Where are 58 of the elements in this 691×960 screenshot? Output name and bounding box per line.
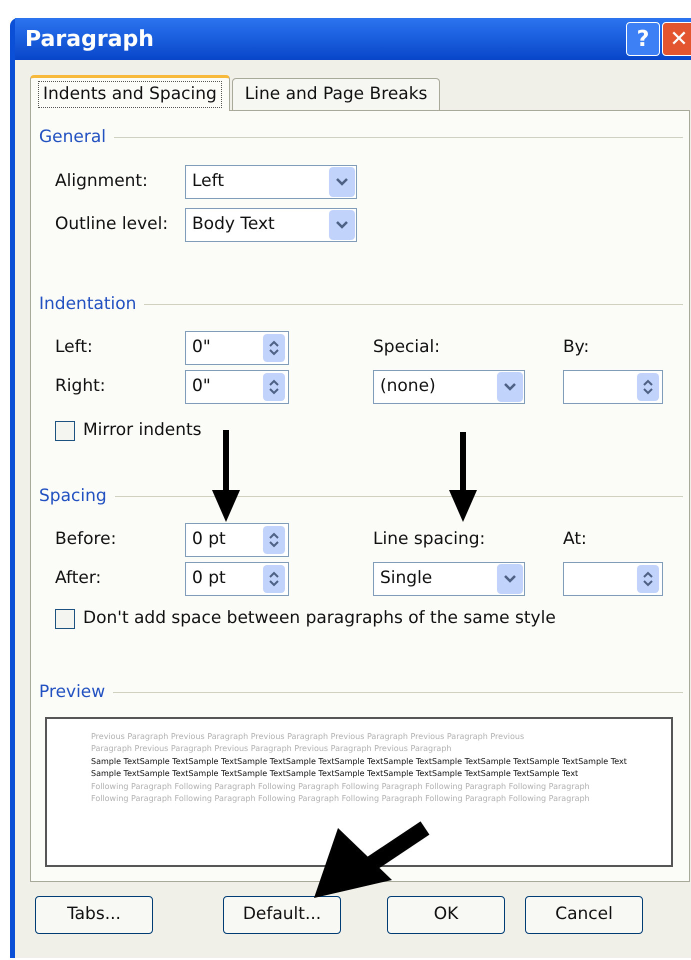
close-button[interactable]: ✕ [662,22,691,56]
spin-box[interactable] [563,562,663,596]
dialog-button[interactable]: Cancel [525,896,643,934]
help-button[interactable]: ? [626,22,660,56]
chevron-down-icon [497,564,523,594]
group-heading: Spacing [39,484,107,508]
spin-arrows-icon [263,334,285,362]
dropdown[interactable]: Single [373,562,525,596]
spin-arrows-icon [263,373,285,401]
spin-arrows-icon [263,526,285,554]
dropdown[interactable]: Left [185,164,357,198]
spin-box[interactable]: 0" [185,370,289,404]
dropdown-value: (none) [379,375,437,398]
spin-value: 0" [191,336,212,360]
spin-value: 0 pt [191,567,227,590]
group-heading: Indentation [39,292,136,316]
dropdown-value: Body Text [191,212,276,236]
field-label: Right: [55,375,106,398]
dropdown[interactable]: Body Text [185,208,357,242]
dropdown[interactable]: (none) [373,370,525,404]
spin-box[interactable]: 0 pt [185,523,289,557]
field-label: Special: [373,336,441,360]
dialog-button[interactable]: Default... [223,896,341,934]
checkbox[interactable] [55,608,75,629]
field-label: By: [563,336,590,360]
spin-value: 0" [191,375,212,398]
field-label: Alignment: [55,170,149,193]
tab[interactable]: Indents and Spacing [30,75,230,111]
spin-value: 0 pt [191,528,227,552]
window-title: Paragraph [25,26,155,54]
field-label: Left: [55,336,94,360]
field-label: Don't add space between paragraphs of the same style [83,607,556,630]
field-label: Before: [55,528,118,552]
spin-arrows-icon [637,373,659,401]
field-label: Line spacing: [373,528,486,552]
dialog-button[interactable]: Tabs... [35,896,153,934]
spin-box[interactable]: 0" [185,331,289,365]
previous-paragraph: Previous Paragraph Previous Paragraph Previous Paragraph Previous Paragraph Previous Paragraph Previous Paragraph Previous Paragraph Previous Paragraph Previous Paragraph Previous Paragraph [91,731,526,755]
chevron-down-icon [329,166,355,196]
sample-text: Sample TextSample TextSample TextSample TextSample TextSample TextSample TextSample TextSample TextSample TextSample TextSample TextSample TextSample TextSample TextSample TextSample TextSample TextSample TextSample TextSample Text [91,756,627,780]
group-heading: General [39,126,106,149]
chevron-down-icon [497,372,523,402]
spin-arrows-icon [637,565,659,593]
chevron-down-icon [329,210,355,240]
field-label: Outline level: [55,212,170,236]
spin-box[interactable] [563,370,663,404]
dialog-button[interactable]: OK [387,896,505,934]
field-label: Mirror indents [83,419,202,442]
spin-box[interactable]: 0 pt [185,562,289,596]
following-paragraph: Following Paragraph Following Paragraph Following Paragraph Following Paragraph Following Paragraph Following Paragraph Following Paragraph Following Paragraph Following Paragraph Following Paragraph Following Paragraph Following Paragraph [91,781,591,805]
field-label: At: [563,528,588,552]
spin-arrows-icon [263,565,285,593]
tab[interactable]: Line and Page Breaks [232,78,440,110]
field-label: After: [55,567,102,590]
checkbox[interactable] [55,420,75,441]
dropdown-value: Single [379,567,434,590]
dropdown-value: Left [191,170,225,193]
group-heading: Preview [39,680,106,704]
